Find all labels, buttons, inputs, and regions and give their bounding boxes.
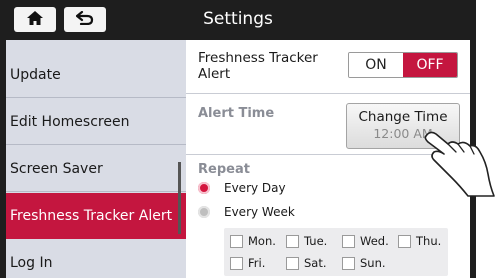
day-checkbox-wed[interactable]: Wed.: [342, 234, 389, 248]
day-label: Sat.: [304, 256, 327, 270]
checkbox-icon: [342, 234, 355, 248]
sidebar: Update Edit Homescreen Screen Saver Fres…: [6, 40, 186, 278]
divider: [186, 93, 470, 94]
freshness-tracker-label: Freshness Tracker Alert: [198, 50, 318, 82]
checkbox-icon: [230, 256, 243, 270]
day-label: Wed.: [360, 234, 389, 248]
alert-time-label: Alert Time: [198, 106, 275, 121]
title-bar: Settings: [0, 0, 476, 40]
sidebar-item-label: Screen Saver: [10, 160, 103, 177]
sidebar-item-edit-homescreen[interactable]: Edit Homescreen: [6, 99, 186, 145]
sidebar-item-label: Freshness Tracker Alert: [10, 207, 173, 224]
sidebar-item-log-in[interactable]: Log In: [6, 240, 186, 278]
weekday-selector: Mon. Tue. Wed. Thu. Fri. Sat. Sun.: [224, 228, 448, 276]
sidebar-item-label: Log In: [10, 254, 53, 271]
radio-selected-icon: [198, 182, 210, 194]
sidebar-item-screen-saver[interactable]: Screen Saver: [6, 146, 186, 192]
day-label: Thu.: [416, 234, 442, 248]
sidebar-item-update[interactable]: Update: [6, 52, 186, 98]
radio-every-day[interactable]: Every Day: [198, 181, 286, 195]
sidebar-item-label: Edit Homescreen: [10, 113, 130, 130]
day-checkbox-fri[interactable]: Fri.: [230, 256, 265, 270]
toggle-off-option[interactable]: OFF: [403, 53, 457, 77]
freshness-tracker-toggle[interactable]: ON OFF: [348, 52, 458, 78]
radio-label: Every Day: [224, 181, 286, 195]
radio-unselected-icon: [198, 206, 210, 218]
checkbox-icon: [342, 256, 355, 270]
checkbox-icon: [230, 234, 243, 248]
sidebar-item-freshness-tracker-alert[interactable]: Freshness Tracker Alert: [6, 193, 186, 239]
day-label: Mon.: [248, 234, 276, 248]
checkbox-icon: [286, 256, 299, 270]
day-checkbox-thu[interactable]: Thu.: [398, 234, 441, 248]
checkbox-icon: [398, 234, 411, 248]
repeat-label: Repeat: [198, 162, 250, 177]
day-label: Sun.: [360, 256, 386, 270]
day-label: Tue.: [304, 234, 328, 248]
day-checkbox-tue[interactable]: Tue.: [286, 234, 327, 248]
sidebar-scrollbar[interactable]: [178, 162, 181, 234]
day-checkbox-sun[interactable]: Sun.: [342, 256, 386, 270]
device-frame: Settings Update Edit Homescreen Screen S…: [0, 0, 476, 278]
pointing-hand-icon: [408, 116, 498, 198]
settings-screen: Update Edit Homescreen Screen Saver Fres…: [6, 40, 470, 278]
day-checkbox-sat[interactable]: Sat.: [286, 256, 327, 270]
day-label: Fri.: [248, 256, 266, 270]
radio-every-week[interactable]: Every Week: [198, 205, 295, 219]
sidebar-item-label: Update: [10, 66, 61, 83]
checkbox-icon: [286, 234, 299, 248]
radio-label: Every Week: [224, 205, 295, 219]
page-title: Settings: [203, 9, 273, 29]
day-checkbox-mon[interactable]: Mon.: [230, 234, 276, 248]
toggle-on-option[interactable]: ON: [349, 53, 403, 77]
